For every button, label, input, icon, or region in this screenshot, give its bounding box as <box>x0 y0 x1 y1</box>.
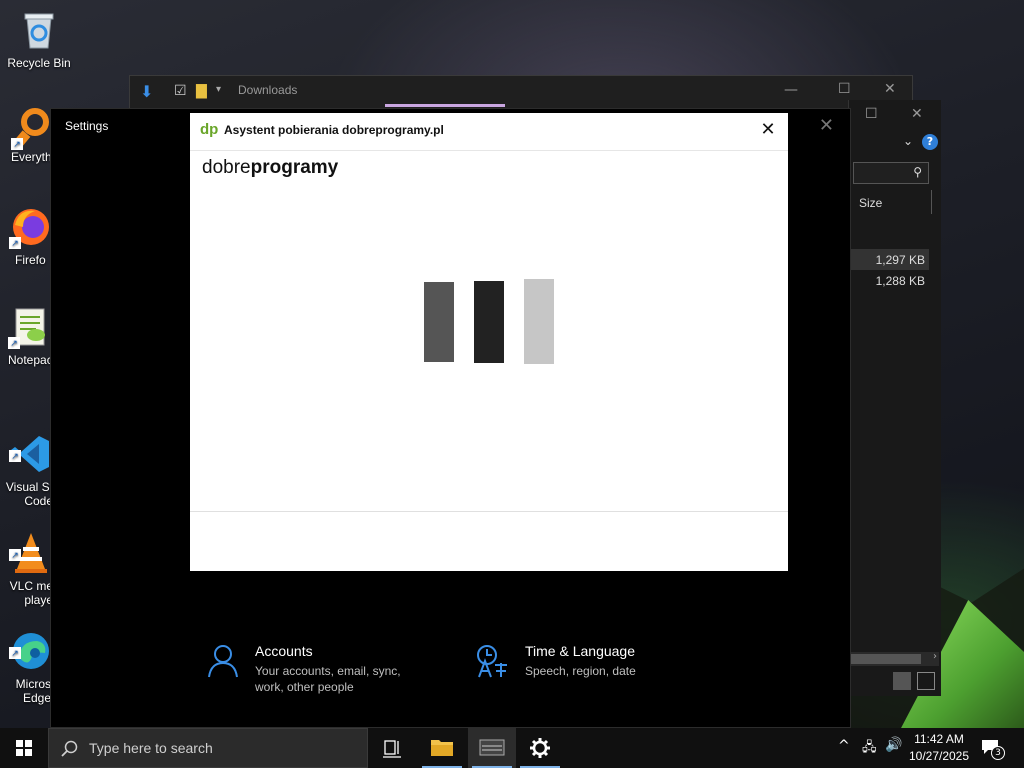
ribbon-tab-highlight <box>385 104 505 107</box>
windows-logo-icon <box>16 740 32 756</box>
taskbar-settings[interactable] <box>516 728 564 768</box>
properties-icon[interactable]: ☑ <box>174 83 187 99</box>
desktop-icon-edge[interactable]: ↗ Micros Edge <box>0 601 51 719</box>
quick-access-dropdown-icon[interactable]: ▾ <box>216 84 221 95</box>
maximize-icon[interactable]: ☐ <box>865 106 878 122</box>
table-row-size: 1,297 KB <box>875 253 925 267</box>
start-button[interactable] <box>0 728 48 768</box>
close-button[interactable]: ✕ <box>758 120 778 140</box>
chevron-up-icon[interactable]: ^ <box>838 738 850 754</box>
download-assistant-dialog[interactable]: dp Asystent pobierania dobreprogramy.pl … <box>190 113 788 571</box>
search-placeholder: Type here to search <box>89 740 213 756</box>
volume-icon[interactable]: 🔊 <box>885 737 902 753</box>
taskbar-file-explorer[interactable] <box>418 728 466 768</box>
time-language-icon <box>475 643 511 679</box>
dialog-header: dp Asystent pobierania dobreprogramy.pl … <box>190 113 788 151</box>
task-view-icon <box>383 740 401 758</box>
clock-time: 11:42 AM <box>914 732 964 746</box>
desktop-icon-label: Micros Edge <box>15 677 51 705</box>
gear-icon <box>530 738 550 758</box>
edge-icon: ↗ <box>9 615 53 669</box>
taskbar-dobreprogramy-app[interactable] <box>468 728 516 768</box>
explorer-file-pane[interactable]: ☐ ✕ ⌄ ? ⚲ Size 1,297 KB 1,288 KB › <box>848 100 941 696</box>
help-icon[interactable]: ? <box>922 134 938 150</box>
close-icon[interactable]: ✕ <box>911 106 923 122</box>
column-divider[interactable] <box>931 190 932 214</box>
close-icon[interactable]: ✕ <box>819 115 834 136</box>
search-icon <box>61 740 78 757</box>
taskbar-clock[interactable]: 11:42 AM 10/27/2025 <box>906 731 972 765</box>
settings-item-name: Accounts <box>255 643 313 659</box>
minimize-icon[interactable]: — <box>784 82 798 98</box>
shortcut-arrow-icon: ↗ <box>9 647 21 659</box>
dialog-title: Asystent pobierania dobreprogramy.pl <box>224 123 444 137</box>
download-arrow-icon: ⬇ <box>140 82 154 101</box>
notification-center-button[interactable]: 3 <box>980 738 1005 760</box>
search-input[interactable]: ⚲ <box>853 162 929 184</box>
details-view-icon[interactable] <box>893 672 911 690</box>
table-row-size: 1,288 KB <box>875 274 925 288</box>
settings-item-name: Time & Language <box>525 643 635 659</box>
dobreprogramy-brand: dobreprogramy <box>202 157 338 179</box>
brand-light: dobre <box>202 157 251 178</box>
dp-logo: dp <box>200 121 219 138</box>
vscode-icon: ↗ <box>9 418 53 472</box>
column-header-size[interactable]: Size <box>859 196 882 210</box>
recycle-bin-icon <box>17 8 61 52</box>
loading-bar <box>424 282 454 362</box>
loading-bar <box>474 281 504 363</box>
shortcut-arrow-icon: ↗ <box>9 450 21 462</box>
large-icons-view-icon[interactable] <box>917 672 935 690</box>
desktop-icon-label: Recycle Bin <box>7 56 71 70</box>
vlc-icon: ↗ <box>9 517 53 573</box>
shortcut-arrow-icon: ↗ <box>11 138 23 150</box>
notification-count-badge: 3 <box>991 746 1005 760</box>
person-icon <box>205 643 241 679</box>
everything-search-icon: ↗ <box>11 106 55 150</box>
search-icon: ⚲ <box>913 165 922 179</box>
settings-title: Settings <box>65 119 109 133</box>
desktop-icon-recycle-bin[interactable]: Recycle Bin <box>1 8 77 70</box>
shortcut-arrow-icon: ↗ <box>8 337 20 349</box>
chevron-right-icon[interactable]: › <box>933 651 937 662</box>
settings-item-desc: Your accounts, email, sync, work, other … <box>255 664 401 694</box>
shortcut-arrow-icon: ↗ <box>9 237 21 249</box>
taskbar: Type here to search ^ 🖧 🔊 11:42 AM 10/27… <box>0 728 1024 768</box>
firefox-icon: ↗ <box>9 205 53 249</box>
task-view-button[interactable] <box>368 728 416 768</box>
maximize-icon[interactable]: ☐ <box>838 81 851 97</box>
settings-item-desc: Speech, region, date <box>525 664 636 678</box>
clock-date: 10/27/2025 <box>908 749 970 763</box>
settings-item-accounts[interactable]: Accounts Your accounts, email, sync, wor… <box>205 643 415 695</box>
scrollbar-thumb[interactable] <box>851 654 921 664</box>
network-icon[interactable]: 🖧 <box>862 738 877 760</box>
loading-bar <box>524 279 554 364</box>
notepad-plus-plus-icon: ↗ <box>8 305 52 349</box>
chevron-down-icon[interactable]: ⌄ <box>903 134 913 148</box>
folder-icon[interactable]: ▇ <box>196 83 207 99</box>
horizontal-scrollbar[interactable]: › <box>851 651 939 666</box>
taskbar-search-box[interactable]: Type here to search <box>48 728 368 768</box>
dialog-footer-divider <box>190 511 788 512</box>
folder-icon <box>431 740 453 756</box>
close-icon[interactable]: ✕ <box>884 81 896 97</box>
shortcut-arrow-icon: ↗ <box>9 549 21 561</box>
explorer-title: Downloads <box>238 83 298 97</box>
settings-item-time-language[interactable]: Time & Language Speech, region, date <box>475 643 685 679</box>
brand-bold: programy <box>250 157 339 178</box>
app-window-icon <box>479 739 505 756</box>
